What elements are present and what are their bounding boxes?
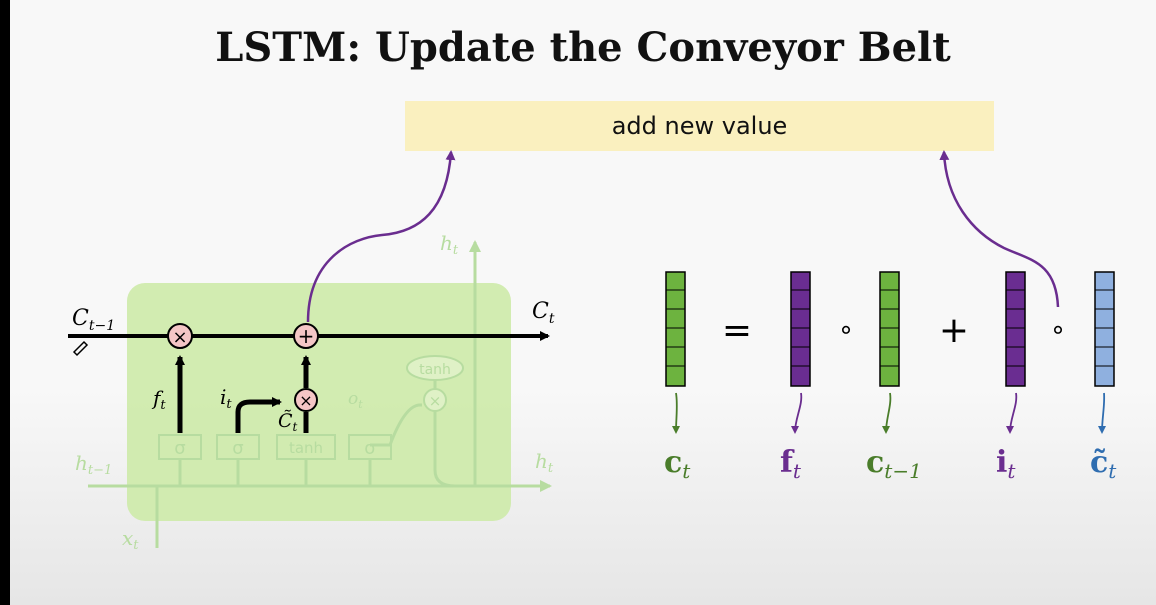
tanh-oval-label: tanh (419, 362, 451, 378)
c-prev-sub: t−1 (89, 318, 115, 334)
sigma-gate-input-label: σ (232, 438, 243, 459)
input-multiply-symbol: × (299, 391, 312, 410)
c-tilde-sub: t (293, 420, 298, 434)
f-sub: t (160, 398, 166, 413)
vector-c-tilde-t (1094, 271, 1115, 387)
vector-c-t-minus-1 (879, 271, 900, 387)
label-c-t-minus-1-sub: t−1 (884, 459, 922, 483)
sigma-gate-output-label: σ (364, 438, 375, 459)
arrow-under-c-t-minus-1 (882, 392, 892, 434)
hadamard-symbol-2: ∘ (1050, 315, 1066, 345)
label-c-tilde-t-sub: t (1108, 459, 1117, 483)
c-out-label: C (532, 299, 549, 324)
arrow-under-i-t (1006, 392, 1018, 434)
h-top-sub: t (453, 243, 459, 258)
svg-text:ht−1: ht−1 (75, 451, 112, 478)
svg-text:c̃t: c̃t (1090, 445, 1117, 483)
h-top-label: h (440, 231, 453, 255)
x-in-sub: t (133, 538, 139, 553)
pencil-icon (72, 340, 89, 357)
vector-i-t (1005, 271, 1026, 387)
h-prev-sub: t−1 (88, 463, 112, 478)
svg-text:xt: xt (122, 526, 139, 553)
c-prev-label: C (72, 306, 89, 331)
label-i-t-symbol: i (996, 445, 1007, 480)
purple-arrow-right (939, 150, 1060, 308)
slide: LSTM: Update the Conveyor Belt add new v… (10, 0, 1156, 605)
h-out-label: h (535, 449, 548, 473)
forget-multiply-symbol: × (172, 327, 187, 348)
output-multiply-symbol: × (429, 392, 442, 410)
i-sub: t (226, 397, 232, 412)
x-in-label: x (122, 526, 133, 550)
o-sub: t (358, 398, 363, 411)
sigma-gate-forget-label: σ (174, 438, 185, 459)
arrow-under-f-t (791, 392, 803, 434)
vector-c-t (665, 271, 686, 387)
c-out-sub: t (549, 311, 555, 327)
label-c-t-sub: t (682, 459, 691, 483)
label-c-t-minus-1-symbol: c (866, 445, 884, 480)
svg-text:Ct: Ct (532, 299, 555, 327)
plus-sign: + (939, 310, 969, 351)
svg-text:ct−1: ct−1 (866, 445, 922, 483)
arrow-under-c-t (672, 392, 681, 434)
tanh-gate-label: tanh (289, 439, 323, 457)
c-tilde-label: C̃ (278, 410, 293, 432)
svg-text:ct: ct (664, 445, 691, 483)
h-prev-label: h (75, 451, 88, 475)
label-f-t-sub: t (793, 459, 802, 483)
svg-text:ft: ft (780, 445, 802, 483)
o-label: o (348, 389, 358, 409)
arrow-under-c-tilde-t (1098, 392, 1107, 434)
label-c-t-symbol: c (664, 445, 682, 480)
equals-sign: = (722, 310, 752, 351)
lstm-diagram: σ σ tanh σ tanh × ht ht−1 ht xt ot Ct−1 … (68, 150, 1117, 553)
svg-text:it: it (996, 445, 1016, 483)
label-i-t-sub: t (1007, 459, 1016, 483)
vector-f-t (790, 271, 811, 387)
h-out-sub: t (548, 461, 554, 476)
hadamard-symbol-1: ∘ (838, 315, 854, 345)
add-symbol: + (298, 324, 315, 348)
svg-text:Ct−1: Ct−1 (72, 306, 115, 334)
label-c-tilde-t-symbol: c̃ (1090, 445, 1108, 480)
svg-text:ht: ht (440, 231, 459, 258)
svg-text:ht: ht (535, 449, 554, 476)
